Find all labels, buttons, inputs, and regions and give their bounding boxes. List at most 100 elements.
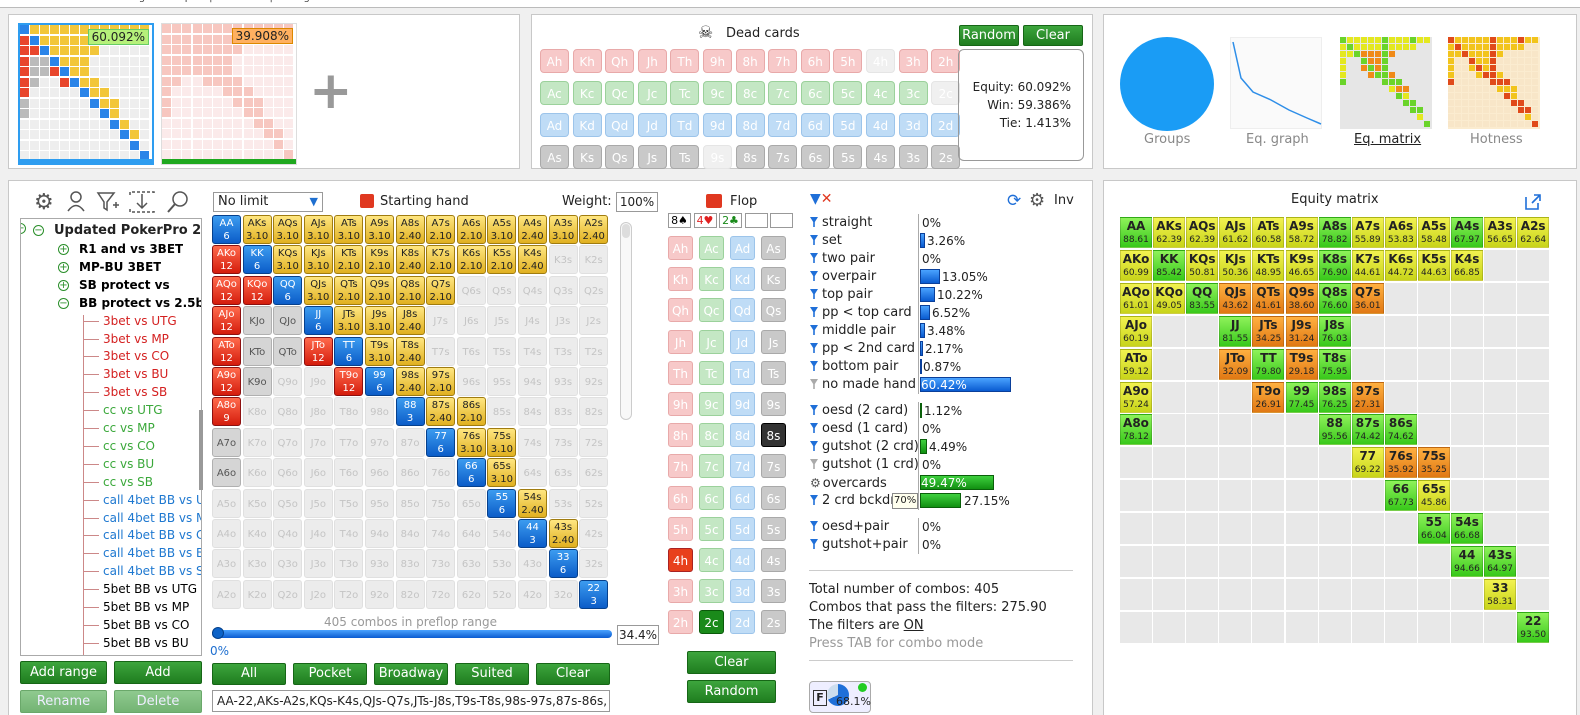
flop-card[interactable]: 2s [761,610,786,635]
equity-cell[interactable] [1285,611,1318,643]
hand-cell[interactable]: 83s [548,397,578,427]
equity-cell[interactable]: 75s 35.25 [1417,447,1450,479]
hand-cell[interactable]: KK 6 [242,245,272,275]
equity-cell[interactable]: A7s 55.89 [1351,217,1384,248]
stat-row[interactable]: no made hand [810,376,916,394]
dead-card[interactable]: 9s [703,145,732,169]
clear-matrix-button[interactable]: Clear [536,663,610,685]
equity-cell[interactable] [1417,348,1450,380]
equity-cell[interactable]: 76s 35.92 [1384,447,1417,479]
equity-cell[interactable] [1318,513,1351,545]
equity-cell[interactable] [1153,381,1186,413]
hand-cell[interactable]: ATs 3.10 [334,215,364,244]
hotness-label[interactable]: Hotness [1470,132,1523,147]
hand-cell[interactable]: K7s 2.10 [426,245,456,275]
equity-cell[interactable]: A9o 57.24 [1120,381,1152,413]
expand-icon[interactable]: + [58,279,69,291]
delete-button[interactable]: Delete [114,690,202,713]
tree-item[interactable]: 3bet vs BU [103,366,168,383]
equity-cell[interactable]: K7s 44.61 [1351,249,1384,281]
settings-gear-icon[interactable]: ⚙ [1029,190,1045,211]
filter-icon[interactable] [810,405,818,415]
equity-cell[interactable] [1285,447,1318,479]
flop-card[interactable]: 9h [668,392,693,416]
equity-cell[interactable] [1219,546,1252,577]
rename-button[interactable]: Rename [20,690,107,713]
equity-cell[interactable]: 44 94.66 [1451,546,1483,577]
equity-cell[interactable] [1153,611,1186,643]
dead-card[interactable]: Kh [572,49,602,73]
hand-cell[interactable]: KJo [242,306,272,336]
hand-cell[interactable]: K6s 2.10 [456,245,486,275]
menu-item[interactable]: | [269,0,272,3]
hand-cell[interactable]: T9s 3.10 [365,336,394,366]
hand-cell[interactable]: 72s [579,427,609,457]
equity-cell[interactable] [1451,414,1483,446]
hand-cell[interactable]: 94s [518,367,547,396]
equity-cell[interactable]: KTs 48.95 [1252,249,1285,281]
flop-card[interactable]: 2c [699,610,724,635]
eq-graph-thumbnail[interactable] [1230,37,1322,129]
equity-cell[interactable]: 99 77.45 [1285,381,1318,413]
hand-cell[interactable]: A6o [212,458,241,488]
hand-cell[interactable]: A3o [212,549,241,579]
hand-cell[interactable]: T7o [334,427,364,457]
dead-card[interactable]: Qc [605,81,635,105]
dead-clear-button[interactable]: Clear [1023,25,1083,46]
hand-cell[interactable]: KQo 12 [242,275,272,305]
hand-cell[interactable]: 72o [426,579,456,609]
filter-icon[interactable] [810,271,818,281]
equity-cell[interactable]: A5s 58.48 [1417,217,1450,248]
hand-cell[interactable]: J9s 3.10 [365,306,394,336]
hand-cell[interactable]: A4o [212,519,241,548]
equity-cell[interactable] [1186,381,1219,413]
hand-cell[interactable]: ATo 12 [212,336,241,366]
filter-icon[interactable] [810,343,818,353]
flop-card[interactable]: 6d [730,485,755,510]
equity-cell[interactable]: T9s 29.18 [1285,348,1318,380]
hand-cell[interactable]: 97s 2.10 [426,367,456,396]
dead-card[interactable]: Jc [637,81,667,105]
hand-cell[interactable]: A9o 12 [212,367,241,396]
equity-cell[interactable] [1186,480,1219,512]
dead-card[interactable]: 7d [768,113,798,137]
equity-cell[interactable] [1451,447,1483,479]
tree-item[interactable]: SB protect vs [79,277,170,294]
equity-cell[interactable] [1451,282,1483,314]
hand-cell[interactable]: 64o [456,519,486,548]
import-export-icon[interactable] [128,190,156,214]
stat-row[interactable]: bottom pair [810,358,898,376]
equity-cell[interactable] [1252,611,1285,643]
hand-cell[interactable]: QJo [273,306,303,336]
select-pocket-button[interactable]: Pocket [293,663,367,685]
flop-card[interactable]: Td [730,360,755,385]
stat-row[interactable]: oesd (1 card) [810,420,908,438]
dead-card[interactable]: 5h [833,49,863,73]
tree-item[interactable]: cc vs BU [103,456,154,473]
hand-cell[interactable]: 85o [395,488,425,518]
equity-cell[interactable] [1384,513,1417,545]
dead-card[interactable]: As [540,145,569,169]
hand-cell[interactable]: K9o [242,367,272,396]
equity-cell[interactable] [1120,546,1152,577]
hand-cell[interactable]: 86s 2.10 [456,397,486,427]
dead-card[interactable]: Qh [605,49,635,73]
preflop-slider[interactable] [212,627,612,639]
hand-cell[interactable]: A8o 9 [212,397,241,427]
hand-cell[interactable]: Q8o [273,397,303,427]
hand-cell[interactable]: K3s [548,245,578,275]
hand-cell[interactable]: 62s [579,458,609,488]
equity-cell[interactable] [1517,348,1550,380]
equity-cell[interactable]: 65s 45.86 [1417,480,1450,512]
popout-icon[interactable] [1524,193,1542,211]
gear-icon[interactable]: ⚙ [810,476,821,490]
equity-cell[interactable]: 22 93.50 [1517,611,1550,643]
hand-cell[interactable]: K3o [242,549,272,579]
equity-cell[interactable]: K4s 66.85 [1451,249,1483,281]
equity-cell[interactable] [1219,447,1252,479]
eq-graph-label[interactable]: Eq. graph [1246,132,1309,147]
equity-cell[interactable] [1384,578,1417,610]
flop-card[interactable]: 7s [761,454,786,479]
backdoor-weight-tag[interactable]: 70% [892,493,919,509]
expand-icon[interactable]: + [58,261,69,273]
